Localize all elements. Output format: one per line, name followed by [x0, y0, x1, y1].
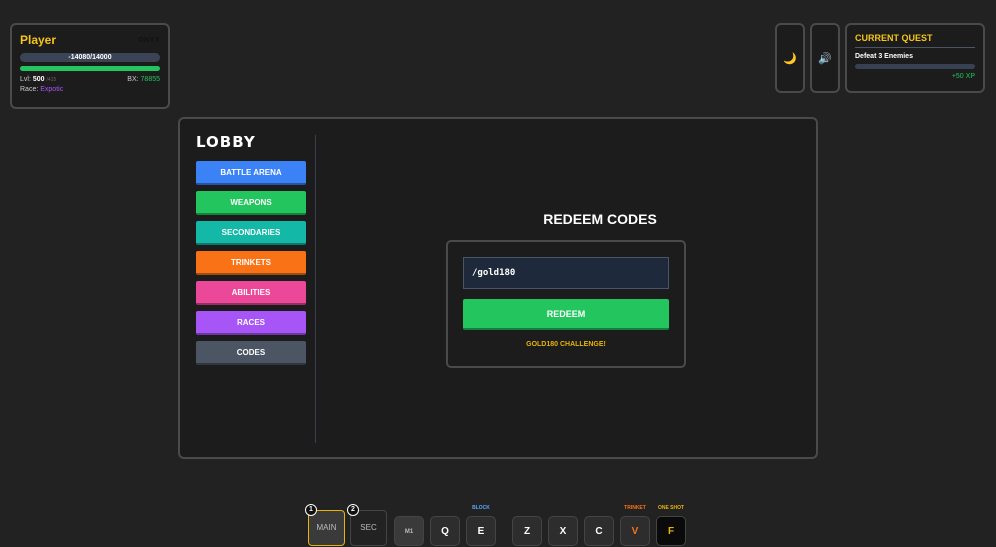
- key-f[interactable]: F: [656, 516, 686, 546]
- quest-title: CURRENT QUEST: [855, 33, 975, 48]
- key-v[interactable]: V: [620, 516, 650, 546]
- key-label-e: BLOCK: [472, 505, 490, 511]
- menu-item-battle-arena[interactable]: BATTLE ARENA: [196, 161, 306, 185]
- sound-toggle-button[interactable]: 🔊: [810, 23, 840, 93]
- key-q[interactable]: Q: [430, 516, 460, 546]
- divider: [315, 135, 316, 443]
- key-c[interactable]: C: [584, 516, 614, 546]
- xp-bar: [20, 66, 160, 71]
- quest-reward: +50 XP: [951, 73, 975, 80]
- speaker-icon: 🔊: [818, 52, 832, 65]
- redeem-message: GOLD180 CHALLENGE!: [526, 341, 606, 348]
- race: Race: Expotic: [20, 86, 64, 93]
- current-quest-panel: CURRENT QUEST Defeat 3 Enemies +50 XP: [845, 23, 985, 93]
- key-label-f: ONE SHOT: [657, 505, 685, 511]
- redeem-title: REDEEM CODES: [543, 211, 657, 227]
- quest-description: Defeat 3 Enemies: [855, 53, 913, 60]
- moon-icon: 🌙: [783, 52, 797, 65]
- redeem-button[interactable]: REDEEM: [463, 299, 669, 330]
- menu-item-abilities[interactable]: ABILITIES: [196, 281, 306, 305]
- code-input[interactable]: [463, 257, 669, 289]
- lobby-title: LOBBY: [196, 133, 256, 151]
- slot-number-badge: 2: [347, 504, 359, 516]
- key-e[interactable]: E: [466, 516, 496, 546]
- lobby-menu: BATTLE ARENA WEAPONS SECONDARIES TRINKETS AB…: [196, 161, 306, 371]
- redeem-box: REDEEM GOLD180 CHALLENGE!: [446, 240, 686, 368]
- player-card: Player ONYX -14080/14000 Lvl: 500 /415 B…: [10, 23, 170, 109]
- health-bar: -14080/14000: [20, 53, 160, 62]
- theme-toggle-button[interactable]: 🌙: [775, 23, 805, 93]
- slot-number-badge: 1: [305, 504, 317, 516]
- key-m1[interactable]: M1: [394, 516, 424, 546]
- menu-item-codes[interactable]: CODES: [196, 341, 306, 365]
- key-x[interactable]: X: [548, 516, 578, 546]
- menu-item-trinkets[interactable]: TRINKETS: [196, 251, 306, 275]
- menu-item-races[interactable]: RACES: [196, 311, 306, 335]
- menu-item-weapons[interactable]: WEAPONS: [196, 191, 306, 215]
- key-z[interactable]: Z: [512, 516, 542, 546]
- player-tag: ONYX: [138, 37, 160, 44]
- level: Lvl: 500 /415: [20, 76, 57, 83]
- bx: BX: 78855: [127, 76, 160, 83]
- menu-item-secondaries[interactable]: SECONDARIES: [196, 221, 306, 245]
- quest-progress-bar: [855, 64, 975, 69]
- lobby-panel: LOBBY BATTLE ARENA WEAPONS SECONDARIES TRIN…: [178, 117, 818, 459]
